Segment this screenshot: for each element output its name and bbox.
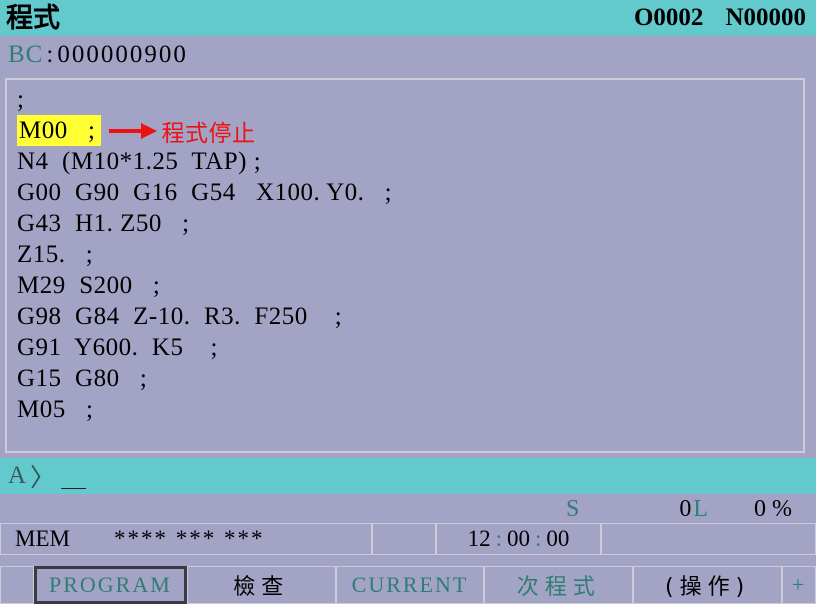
program-number: O0002 xyxy=(633,4,704,31)
softkey-label: 檢查 xyxy=(233,575,290,600)
program-line[interactable]: G98 G84 Z-10. R3. F250 ; xyxy=(17,301,803,332)
prompt-caret-icon: 〉 xyxy=(30,465,56,492)
annotation-text: 程式停止 xyxy=(161,120,256,147)
bc-label: BC xyxy=(8,41,44,68)
program-line[interactable]: G00 G90 G16 G54 X100. Y0. ; xyxy=(17,177,803,208)
program-line[interactable]: N4 (M10*1.25 TAP) ; xyxy=(17,146,803,177)
program-line-highlighted[interactable]: M00 ; 程式停止 xyxy=(17,114,803,148)
program-line-text: Z15. ; xyxy=(17,240,94,268)
program-line[interactable]: G43 H1. Z50 ; xyxy=(17,208,803,239)
override-value: 0 % xyxy=(754,495,792,522)
softkey-label: 次程式 xyxy=(516,575,601,600)
softkey-label: + xyxy=(791,572,807,597)
prompt-label: A xyxy=(8,462,27,489)
program-line-text: M29 S200 ; xyxy=(17,271,161,299)
clock-separator-2: : xyxy=(535,526,542,551)
annotation-callout: 程式停止 xyxy=(107,114,255,148)
program-line[interactable]: G15 G80 ; xyxy=(17,363,803,394)
program-line-text: G43 H1. Z50 ; xyxy=(17,209,190,237)
program-line-text: G15 G80 ; xyxy=(17,364,148,392)
blank-cell-2 xyxy=(601,523,816,555)
softkey-left-edge[interactable] xyxy=(0,566,34,604)
mode-status-row: MEM **** *** *** 12 : 00 : 00 xyxy=(0,523,816,555)
program-line[interactable]: ; xyxy=(17,84,803,115)
softkey-current[interactable]: CURRENT xyxy=(335,566,485,604)
operating-mode: MEM xyxy=(15,526,70,551)
bc-value: 000000900 xyxy=(57,41,188,68)
softkey-label: CURRENT xyxy=(351,572,469,597)
program-line[interactable]: G91 Y600. K5 ; xyxy=(17,332,803,363)
program-line[interactable]: M05 ; xyxy=(17,394,803,425)
spindle-value: 0 xyxy=(679,495,692,522)
spindle-label: S xyxy=(565,495,580,522)
program-identifiers: O0002 N00000 xyxy=(634,4,806,32)
program-line-text: G91 Y600. K5 ; xyxy=(17,333,218,361)
page-title: 程式 xyxy=(6,2,60,34)
title-bar: 程式 O0002 N00000 xyxy=(0,0,816,36)
clock-separator-1: : xyxy=(495,526,502,551)
softkey-bar[interactable]: PROGRAM 檢查 CURRENT 次程式 (操作) + xyxy=(0,566,816,604)
program-line-text: G00 G90 G16 G54 X100. Y0. ; xyxy=(17,178,393,206)
softkey-label: (操作) xyxy=(665,575,751,600)
program-line[interactable]: M29 S200 ; xyxy=(17,270,803,301)
program-line-text: N4 (M10*1.25 TAP) ; xyxy=(17,147,262,175)
arrow-right-icon xyxy=(109,122,158,139)
softkey-check[interactable]: 檢查 xyxy=(186,566,336,604)
spindle-status-row: S 0 L 0 % xyxy=(0,495,816,523)
softkey-more[interactable]: + xyxy=(781,566,816,604)
cnc-screen: 程式 O0002 N00000 BC : 000000900 ; M00 ; 程式停… xyxy=(0,0,816,604)
clock-minutes: 00 xyxy=(507,526,530,551)
bc-separator: : xyxy=(46,41,55,68)
softkey-program[interactable]: PROGRAM xyxy=(34,566,187,604)
mode-cell: MEM **** *** *** xyxy=(0,523,372,555)
program-line[interactable]: Z15. ; xyxy=(17,239,803,270)
clock-hours: 12 xyxy=(467,526,491,551)
blank-cell-1 xyxy=(372,523,436,555)
alarm-status: **** *** *** xyxy=(113,526,265,551)
load-label: L xyxy=(693,495,708,522)
bc-line: BC : 000000900 xyxy=(0,36,816,74)
softkey-label: PROGRAM xyxy=(48,572,172,597)
program-listing[interactable]: ; M00 ; 程式停止 N4 (M10*1.25 TAP) ; G00 G90 G16… xyxy=(5,78,805,453)
clock-cell: 12 : 00 : 00 xyxy=(436,523,601,555)
clock-seconds: 00 xyxy=(546,526,570,551)
text-cursor: ＿ xyxy=(61,465,87,492)
program-line-text: ; xyxy=(17,85,25,113)
program-line-text: M00 ; xyxy=(17,115,102,146)
sequence-number: N00000 xyxy=(725,4,806,31)
command-prompt-bar[interactable]: A 〉 ＿ xyxy=(0,458,816,494)
program-line-text: G98 G84 Z-10. R3. F250 ; xyxy=(17,302,343,330)
softkey-operation[interactable]: (操作) xyxy=(633,566,782,604)
program-line-text: M05 ; xyxy=(17,395,94,423)
softkey-next-program[interactable]: 次程式 xyxy=(484,566,634,604)
